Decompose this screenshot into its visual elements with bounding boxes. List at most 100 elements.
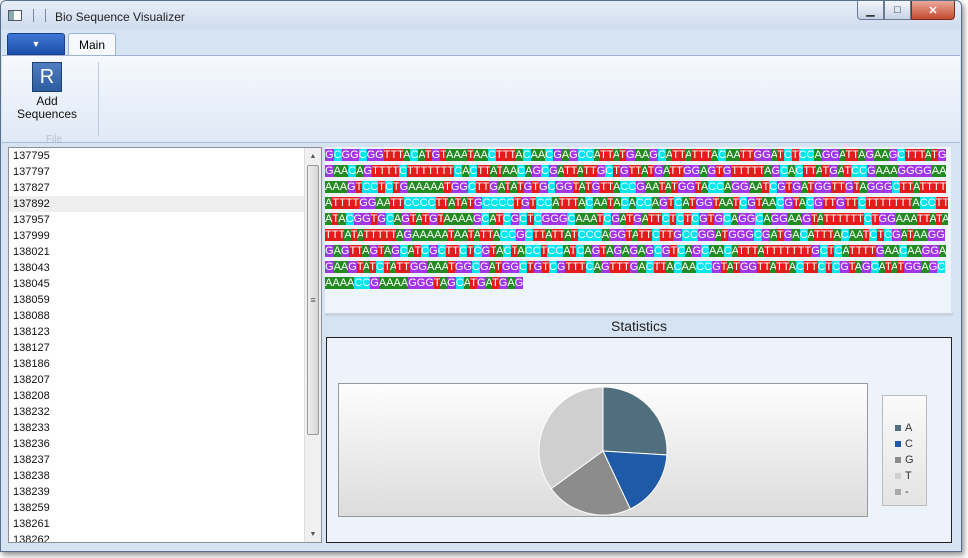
nucleotide: C: [533, 213, 542, 225]
list-item[interactable]: 138127: [9, 340, 321, 356]
nucleotide: T: [466, 245, 474, 257]
nucleotide: C: [455, 277, 464, 289]
nucleotide: G: [481, 245, 491, 257]
nucleotide: T: [857, 213, 864, 225]
nucleotide: G: [904, 261, 913, 273]
app-icon[interactable]: [8, 10, 22, 21]
nucleotide: T: [392, 181, 400, 193]
nucleotide: G: [629, 261, 639, 273]
nucleotide: C: [884, 229, 892, 241]
nucleotide: A: [590, 213, 597, 225]
list-item[interactable]: 137892: [9, 196, 321, 212]
minimize-button[interactable]: ▁: [857, 1, 884, 20]
close-button[interactable]: ✕: [911, 1, 955, 20]
nucleotide: T: [659, 229, 667, 241]
list-item[interactable]: 138059: [9, 292, 321, 308]
scroll-down-icon[interactable]: ▼: [305, 526, 321, 542]
nucleotide: G: [555, 181, 565, 193]
nucleotide: A: [748, 181, 756, 193]
nucleotide: G: [325, 165, 334, 177]
list-item[interactable]: 138259: [9, 500, 321, 516]
nucleotide: A: [856, 229, 863, 241]
nucleotide: A: [419, 229, 427, 241]
nucleotide: T: [424, 149, 432, 161]
nucleotide: G: [348, 261, 357, 273]
nucleotide: T: [688, 197, 696, 209]
nucleotide: G: [747, 197, 756, 209]
nucleotide: T: [871, 213, 879, 225]
list-item[interactable]: 137957: [9, 212, 321, 228]
list-item[interactable]: 138239: [9, 484, 321, 500]
list-item[interactable]: 138236: [9, 436, 321, 452]
list-item[interactable]: 138021: [9, 244, 321, 260]
nucleotide: G: [626, 149, 635, 161]
list-item[interactable]: 138261: [9, 516, 321, 532]
list-item[interactable]: 138207: [9, 372, 321, 388]
nucleotide: C: [806, 197, 815, 209]
nucleotide: G: [695, 197, 705, 209]
nucleotide: T: [619, 149, 627, 161]
nucleotide: A: [333, 165, 341, 177]
list-scrollbar[interactable]: ▲ ≡ ▼: [304, 148, 321, 542]
list-item[interactable]: 138233: [9, 420, 321, 436]
list-item[interactable]: 137795: [9, 148, 321, 164]
window-controls: ▁ □ ✕: [857, 1, 955, 20]
legend-item: T: [895, 468, 926, 484]
nucleotide: C: [753, 229, 762, 241]
list-item[interactable]: 137797: [9, 164, 321, 180]
nucleotide: C: [722, 213, 731, 225]
list-item[interactable]: 137999: [9, 228, 321, 244]
nucleotide: C: [723, 245, 732, 257]
nucleotide: G: [516, 229, 525, 241]
nucleotide: G: [489, 181, 498, 193]
sequence-list[interactable]: 137795 137797 137827 137892 137957 137999 1380…: [8, 147, 322, 543]
list-item[interactable]: 138088: [9, 308, 321, 324]
nucleotide: C: [524, 229, 533, 241]
nucleotide: G: [564, 181, 573, 193]
tab-main[interactable]: Main: [68, 33, 116, 56]
list-item[interactable]: 138208: [9, 388, 321, 404]
nucleotide: G: [930, 245, 939, 257]
nucleotide: T: [409, 213, 416, 225]
list-item[interactable]: 138237: [9, 452, 321, 468]
nucleotide: A: [490, 165, 497, 177]
list-item[interactable]: 138043: [9, 260, 321, 276]
nucleotide: G: [629, 245, 639, 257]
nucleotide: A: [393, 277, 401, 289]
nucleotide: C: [657, 149, 666, 161]
nucleotide: T: [532, 181, 539, 193]
nucleotide: T: [931, 149, 938, 161]
nucleotide: G: [762, 149, 771, 161]
nucleotide: C: [645, 261, 654, 273]
nucleotide: T: [694, 181, 701, 193]
legend-swatch: [895, 441, 901, 447]
toolbar-separator: [33, 9, 34, 22]
nucleotide: A: [582, 213, 591, 225]
list-item[interactable]: 137827: [9, 180, 321, 196]
nucleotide: G: [532, 165, 542, 177]
list-item[interactable]: 138262: [9, 532, 321, 542]
add-sequences-button[interactable]: R Add Sequences: [12, 62, 82, 124]
list-item[interactable]: 138045: [9, 276, 321, 292]
nucleotide: G: [814, 181, 823, 193]
list-item[interactable]: 138232: [9, 404, 321, 420]
list-item[interactable]: 138238: [9, 468, 321, 484]
application-menu-button[interactable]: ▼: [7, 33, 65, 55]
nucleotide: A: [920, 229, 928, 241]
maximize-button[interactable]: □: [884, 1, 911, 20]
nucleotide: A: [344, 229, 351, 241]
nucleotide: G: [654, 165, 663, 177]
scroll-up-icon[interactable]: ▲: [305, 148, 321, 164]
nucleotide: C: [545, 149, 554, 161]
nucleotide: C: [333, 149, 342, 161]
nucleotide: G: [691, 165, 701, 177]
nucleotide: T: [492, 277, 499, 289]
nucleotide: G: [731, 181, 741, 193]
nucleotide: G: [510, 261, 519, 273]
scroll-thumb[interactable]: ≡: [307, 165, 319, 435]
nucleotide: T: [339, 197, 346, 209]
list-item[interactable]: 138186: [9, 356, 321, 372]
nucleotide: T: [893, 197, 900, 209]
list-item[interactable]: 138123: [9, 324, 321, 340]
splitter[interactable]: [325, 313, 953, 316]
